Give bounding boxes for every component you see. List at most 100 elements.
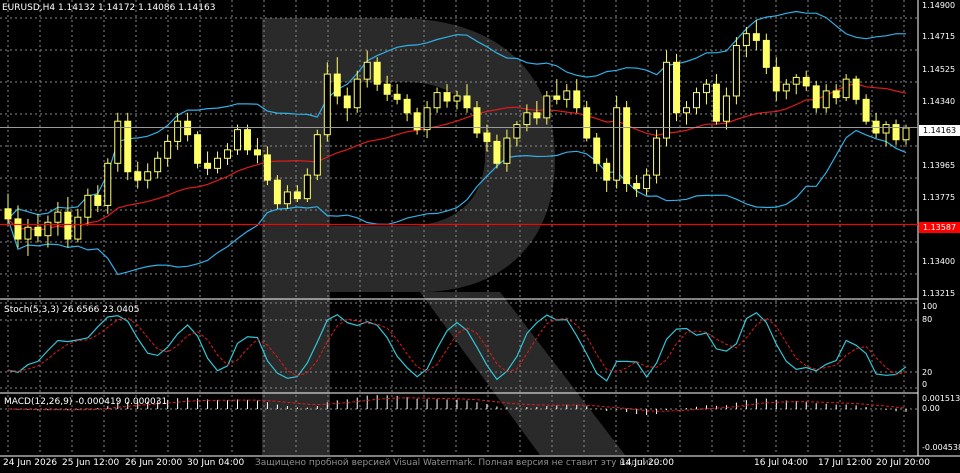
time-tick: 20 Jul 20:00 bbox=[876, 458, 930, 468]
current-price-tag: 1.14163 bbox=[919, 125, 960, 136]
candle-body bbox=[752, 33, 760, 41]
candle-body bbox=[832, 90, 840, 99]
candle-body bbox=[194, 134, 202, 164]
candle-body bbox=[453, 95, 461, 102]
price-tick: 1.13400 bbox=[922, 257, 956, 266]
candle-body bbox=[224, 149, 232, 159]
candle-body bbox=[573, 90, 581, 109]
candle-body bbox=[473, 107, 481, 134]
candle-body bbox=[623, 107, 631, 185]
stochastic-lines bbox=[7, 311, 907, 382]
candle-body bbox=[34, 226, 42, 237]
macd-tick-zero: 0.00 bbox=[922, 404, 940, 413]
candle-body bbox=[822, 90, 830, 109]
candle-body bbox=[523, 112, 531, 126]
stoch-tick-20: 20 bbox=[922, 368, 933, 377]
candle-body bbox=[653, 137, 661, 176]
candle-body bbox=[583, 107, 591, 139]
candle-body bbox=[204, 162, 212, 169]
candle-body bbox=[772, 66, 780, 92]
candle-body bbox=[483, 132, 491, 142]
candle-body bbox=[513, 124, 521, 139]
candle-body bbox=[164, 140, 172, 159]
time-tick: 26 Jun 20:00 bbox=[125, 458, 183, 468]
watermark-logo bbox=[262, 18, 625, 455]
candle-body bbox=[323, 73, 331, 136]
macd-header: MACD(12,26,9) -0.000419 0.000031 bbox=[4, 397, 168, 407]
candle-body bbox=[64, 211, 72, 240]
candle-body bbox=[802, 76, 810, 87]
candle-body bbox=[403, 98, 411, 114]
candle-body bbox=[243, 129, 251, 151]
candle-body bbox=[303, 174, 311, 200]
candle-body bbox=[643, 174, 651, 190]
time-tick: 16 Jul 04:00 bbox=[754, 458, 808, 468]
candle-body bbox=[862, 98, 870, 122]
candle-body bbox=[852, 78, 860, 100]
candle-body bbox=[503, 137, 511, 164]
stoch-main-line bbox=[7, 311, 907, 382]
time-tick: 17 Jul 12:00 bbox=[818, 458, 872, 468]
candle-body bbox=[373, 61, 381, 85]
candle-body bbox=[613, 107, 621, 181]
candle-body bbox=[383, 83, 391, 95]
candle-body bbox=[633, 183, 641, 190]
main-chart-header: EURUSD,H4 1.14132 1.14172 1.14086 1.1416… bbox=[2, 3, 216, 13]
price-tick: 1.14715 bbox=[922, 32, 956, 41]
price-tick: 1.14525 bbox=[922, 65, 956, 74]
candle-body bbox=[433, 92, 441, 109]
candle-body bbox=[313, 134, 321, 176]
candle-body bbox=[902, 127, 910, 141]
price-tick: 1.13775 bbox=[922, 193, 956, 202]
candle-body bbox=[563, 90, 571, 100]
candle-body bbox=[293, 191, 301, 200]
price-tick: 1.13215 bbox=[922, 289, 956, 298]
candle-body bbox=[792, 76, 800, 85]
candle-body bbox=[84, 194, 92, 218]
candle-body bbox=[732, 44, 740, 97]
price-tick: 1.14340 bbox=[922, 97, 956, 106]
candle-body bbox=[184, 120, 192, 136]
candle-body bbox=[124, 120, 132, 173]
stoch-tick-0: 0 bbox=[922, 380, 928, 389]
candle-body bbox=[253, 149, 261, 156]
candle-body bbox=[353, 78, 361, 109]
price-tick: 1.13965 bbox=[922, 161, 956, 170]
candle-body bbox=[94, 194, 102, 206]
candle-body bbox=[74, 216, 82, 240]
candle-body bbox=[24, 226, 32, 240]
candle-body bbox=[234, 129, 241, 151]
stoch-tick-80: 80 bbox=[922, 315, 933, 324]
candle-body bbox=[154, 157, 162, 173]
level-price-tag: 1.13587 bbox=[919, 222, 960, 233]
candle-body bbox=[812, 85, 820, 109]
candle-body bbox=[603, 162, 611, 181]
candle-body bbox=[273, 179, 281, 205]
candle-body bbox=[174, 120, 182, 142]
candle-body bbox=[892, 124, 900, 141]
candle-body bbox=[683, 107, 690, 114]
candle-body bbox=[363, 61, 371, 80]
time-tick: 30 Jun 04:00 bbox=[187, 458, 245, 468]
candle-body bbox=[393, 93, 401, 100]
time-tick: 25 Jun 12:00 bbox=[62, 458, 120, 468]
stoch-header: Stoch(5,3,3) 26.6566 23.0405 bbox=[4, 305, 140, 315]
candle-body bbox=[692, 92, 700, 109]
candle-body bbox=[4, 208, 12, 220]
candle-body bbox=[782, 83, 790, 92]
candle-body bbox=[54, 211, 62, 223]
candle-body bbox=[553, 95, 561, 100]
candle-body bbox=[493, 140, 501, 164]
candle-body bbox=[423, 107, 431, 131]
watermark-text: Защищено пробной версией Visual Watermar… bbox=[255, 458, 662, 468]
candle-body bbox=[463, 95, 471, 109]
candle-body bbox=[722, 95, 730, 122]
candle-body bbox=[443, 92, 451, 102]
candle-body bbox=[762, 39, 770, 68]
candle-body bbox=[842, 78, 850, 99]
candle-body bbox=[663, 61, 671, 139]
candle-body bbox=[263, 154, 271, 181]
macd-tick-top: 0.001513 bbox=[922, 394, 960, 403]
price-tick: 1.14900 bbox=[922, 1, 956, 10]
candle-body bbox=[882, 124, 890, 134]
